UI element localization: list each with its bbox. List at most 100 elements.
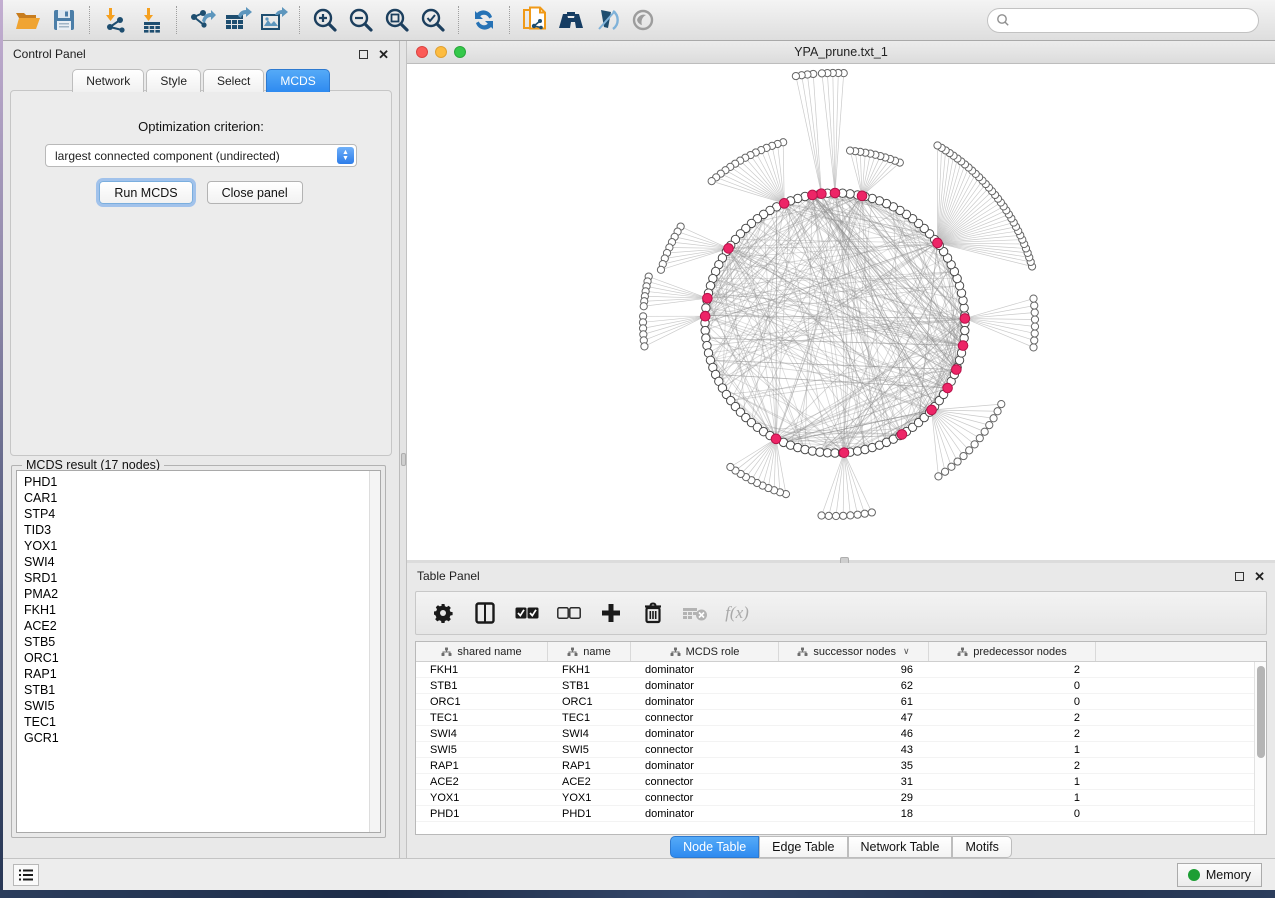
select-all-button[interactable] — [512, 598, 542, 628]
mcds-result-list[interactable]: PHD1CAR1STP4TID3YOX1SWI4SRD1PMA2FKH1ACE2… — [16, 470, 381, 833]
mcds-result-item[interactable]: SWI5 — [24, 698, 380, 714]
cell-mcds_role[interactable]: dominator — [631, 696, 779, 708]
mcds-result-item[interactable]: ACE2 — [24, 618, 380, 634]
zoom-fit-button[interactable] — [379, 3, 415, 37]
cell-shared_name[interactable]: SWI4 — [416, 728, 548, 740]
import-table-button[interactable] — [133, 3, 169, 37]
cell-successor_nodes[interactable]: 46 — [779, 728, 929, 740]
mcds-node[interactable] — [933, 238, 943, 248]
mcds-node[interactable] — [779, 199, 789, 209]
cell-successor_nodes[interactable]: 47 — [779, 712, 929, 724]
mcds-result-item[interactable]: TEC1 — [24, 714, 380, 730]
settings-gear-button[interactable] — [428, 598, 458, 628]
cell-mcds_role[interactable]: dominator — [631, 664, 779, 676]
column-header-successor-nodes[interactable]: successor nodes∨ — [779, 642, 929, 661]
search-input[interactable] — [1010, 13, 1250, 27]
close-panel-icon[interactable]: ✕ — [378, 50, 389, 59]
mcds-result-item[interactable]: SWI4 — [24, 554, 380, 570]
mcds-result-item[interactable]: STB1 — [24, 682, 380, 698]
cell-name[interactable]: STB1 — [548, 680, 631, 692]
column-header-name[interactable]: name — [548, 642, 631, 661]
cell-predecessor_nodes[interactable]: 2 — [929, 664, 1096, 676]
cell-predecessor_nodes[interactable]: 1 — [929, 792, 1096, 804]
toggle-graphics-button[interactable] — [589, 3, 625, 37]
mcds-node[interactable] — [960, 314, 970, 324]
mcds-node[interactable] — [703, 293, 713, 303]
cell-name[interactable]: FKH1 — [548, 664, 631, 676]
mcds-list-scrollbar[interactable] — [369, 471, 380, 832]
criterion-select[interactable]: largest connected component (undirected)… — [45, 144, 357, 167]
export-image-button[interactable] — [256, 3, 292, 37]
cell-successor_nodes[interactable]: 31 — [779, 776, 929, 788]
network-window-titlebar[interactable]: YPA_prune.txt_1 — [407, 41, 1275, 64]
cell-name[interactable]: PHD1 — [548, 808, 631, 820]
cell-shared_name[interactable]: SWI5 — [416, 744, 548, 756]
first-neighbors-button[interactable] — [553, 3, 589, 37]
table-row[interactable]: STB1STB1dominator620 — [416, 678, 1254, 694]
cell-name[interactable]: SWI5 — [548, 744, 631, 756]
maximize-window-icon[interactable] — [454, 46, 466, 58]
mcds-result-item[interactable]: STP4 — [24, 506, 380, 522]
mcds-node[interactable] — [724, 244, 734, 254]
cell-shared_name[interactable]: YOX1 — [416, 792, 548, 804]
cell-shared_name[interactable]: ORC1 — [416, 696, 548, 708]
table-row[interactable]: PHD1PHD1dominator180 — [416, 806, 1254, 822]
run-mcds-button[interactable]: Run MCDS — [99, 181, 192, 204]
mcds-node[interactable] — [897, 430, 907, 440]
mcds-result-item[interactable]: SRD1 — [24, 570, 380, 586]
cell-shared_name[interactable]: RAP1 — [416, 760, 548, 772]
cell-mcds_role[interactable]: dominator — [631, 760, 779, 772]
cell-mcds_role[interactable]: connector — [631, 792, 779, 804]
float-panel-icon[interactable] — [1235, 572, 1244, 581]
show-graphics-details-button[interactable] — [625, 3, 661, 37]
delete-column-button[interactable] — [638, 598, 668, 628]
cell-mcds_role[interactable]: dominator — [631, 680, 779, 692]
float-panel-icon[interactable] — [359, 50, 368, 59]
cell-successor_nodes[interactable]: 35 — [779, 760, 929, 772]
mcds-result-item[interactable]: GCR1 — [24, 730, 380, 746]
mcds-node[interactable] — [839, 448, 849, 458]
cell-mcds_role[interactable]: connector — [631, 712, 779, 724]
table-scrollbar-thumb[interactable] — [1257, 666, 1265, 758]
tab-style[interactable]: Style — [146, 69, 201, 92]
toggle-columns-button[interactable] — [470, 598, 500, 628]
cell-predecessor_nodes[interactable]: 0 — [929, 680, 1096, 692]
tab-motifs[interactable]: Motifs — [952, 836, 1011, 858]
cell-mcds_role[interactable]: dominator — [631, 728, 779, 740]
mcds-node[interactable] — [771, 434, 781, 444]
mcds-node[interactable] — [943, 383, 953, 393]
cell-mcds_role[interactable]: connector — [631, 744, 779, 756]
table-row[interactable]: FKH1FKH1dominator962 — [416, 662, 1254, 678]
tab-node-table[interactable]: Node Table — [670, 836, 759, 858]
column-header-shared-name[interactable]: shared name — [416, 642, 548, 661]
mcds-result-item[interactable]: PMA2 — [24, 586, 380, 602]
mcds-result-item[interactable]: YOX1 — [24, 538, 380, 554]
tab-select[interactable]: Select — [203, 69, 264, 92]
table-row[interactable]: SWI5SWI5connector431 — [416, 742, 1254, 758]
tab-edge-table[interactable]: Edge Table — [759, 836, 847, 858]
cell-name[interactable]: RAP1 — [548, 760, 631, 772]
cell-name[interactable]: ORC1 — [548, 696, 631, 708]
tab-network-table[interactable]: Network Table — [848, 836, 953, 858]
cell-predecessor_nodes[interactable]: 0 — [929, 808, 1096, 820]
cell-shared_name[interactable]: STB1 — [416, 680, 548, 692]
cell-successor_nodes[interactable]: 61 — [779, 696, 929, 708]
column-header-predecessor-nodes[interactable]: predecessor nodes — [929, 642, 1096, 661]
import-network-button[interactable] — [97, 3, 133, 37]
new-network-from-selection-button[interactable] — [517, 3, 553, 37]
tab-mcds[interactable]: MCDS — [266, 69, 329, 92]
cell-shared_name[interactable]: ACE2 — [416, 776, 548, 788]
mcds-result-item[interactable]: STB5 — [24, 634, 380, 650]
mcds-node[interactable] — [700, 311, 710, 321]
cell-predecessor_nodes[interactable]: 2 — [929, 760, 1096, 772]
memory-button[interactable]: Memory — [1177, 863, 1262, 887]
deselect-all-button[interactable] — [554, 598, 584, 628]
refresh-button[interactable] — [466, 3, 502, 37]
network-canvas[interactable] — [407, 64, 1275, 560]
cell-name[interactable]: SWI4 — [548, 728, 631, 740]
close-window-icon[interactable] — [416, 46, 428, 58]
cell-shared_name[interactable]: FKH1 — [416, 664, 548, 676]
cell-name[interactable]: YOX1 — [548, 792, 631, 804]
table-row[interactable]: SWI4SWI4dominator462 — [416, 726, 1254, 742]
column-header-MCDS-role[interactable]: MCDS role — [631, 642, 779, 661]
